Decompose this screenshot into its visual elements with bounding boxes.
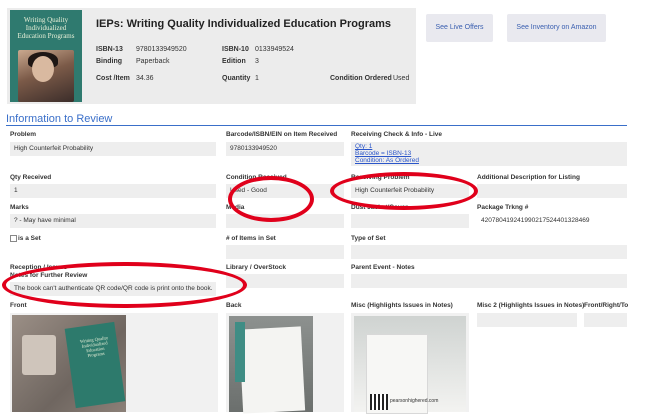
front-right-top-field[interactable] — [584, 313, 627, 327]
additional-description-field[interactable] — [477, 184, 627, 198]
check-condition-link[interactable]: Condition: As Ordered — [355, 157, 419, 165]
cost-value: 34.36 — [136, 75, 154, 82]
receiving-check-label: Receiving Check & Info - Live — [351, 131, 443, 138]
type-of-set-label: Type of Set — [351, 235, 386, 242]
front-photo-book — [64, 321, 126, 409]
package-tracking-label: Package Trkng # — [477, 204, 529, 211]
section-title: Information to Review — [6, 113, 113, 125]
binding-label: Binding — [96, 58, 123, 65]
isbn13-label: ISBN-13 — [96, 46, 123, 53]
quantity-value: 1 — [255, 75, 259, 82]
misc-label: Misc (Highlights Issues in Notes) — [351, 302, 453, 309]
isbn10-value: 0133949524 — [255, 46, 294, 53]
binding-value: Paperback — [136, 58, 170, 65]
annotation-ring-condition — [228, 176, 314, 222]
front-photo[interactable]: Writing Quality Individualized Education… — [12, 315, 126, 412]
book-cover-image: Writing Quality Individualized Education… — [10, 10, 82, 102]
isbn10-label: ISBN-10 — [222, 46, 249, 53]
back-photo-book — [238, 326, 306, 414]
see-inventory-button[interactable]: See Inventory on Amazon — [507, 14, 606, 42]
qr-code-icon — [370, 394, 388, 410]
is-a-set-checkbox[interactable] — [10, 235, 17, 242]
misc-photo[interactable]: pearsonhighered.com — [354, 316, 466, 414]
back-label: Back — [226, 302, 242, 309]
edition-label: Edition — [222, 58, 246, 65]
back-photo-spine — [235, 322, 245, 382]
misc2-field[interactable] — [477, 313, 577, 327]
parent-event-label: Parent Event - Notes — [351, 264, 415, 271]
annotation-ring-further-review — [2, 262, 247, 308]
see-live-offers-button[interactable]: See Live Offers — [426, 14, 493, 42]
cover-title-text: Writing Quality Individualized Education… — [17, 16, 75, 40]
problem-field[interactable]: High Counterfeit Probability — [10, 142, 216, 156]
problem-label: Problem — [10, 131, 37, 138]
front-label: Front — [10, 302, 27, 309]
qty-received-field[interactable]: 1 — [10, 184, 216, 198]
package-tracking-value: 420780419241990217524401328469 — [481, 217, 590, 224]
section-divider — [6, 125, 627, 126]
parent-event-field[interactable] — [351, 274, 627, 288]
qty-received-label: Qty Received — [10, 174, 52, 181]
additional-description-label: Additional Description for Listing — [477, 174, 580, 181]
edition-value: 3 — [255, 58, 259, 65]
quantity-label: Quantity — [222, 75, 251, 82]
condition-ordered-label: Condition Ordered — [330, 75, 392, 82]
front-photo-hand — [22, 335, 56, 375]
misc2-label: Misc 2 (Highlights Issues in Notes) — [477, 302, 585, 309]
is-a-set-label: is a Set — [18, 235, 41, 242]
items-in-set-label: # of Items in Set — [226, 235, 276, 242]
marks-label: Marks — [10, 204, 29, 211]
misc-photo-caption: pearsonhighered.com — [390, 398, 439, 404]
annotation-ring-receiving-problem — [330, 172, 478, 210]
barcode-field[interactable]: 9780133949520 — [226, 142, 344, 156]
marks-field[interactable]: ? - May have minimal — [10, 214, 216, 228]
items-in-set-field[interactable] — [226, 245, 344, 259]
type-of-set-field[interactable] — [351, 245, 627, 259]
book-title: IEPs: Writing Quality Individualized Edu… — [96, 18, 392, 30]
isbn13-value: 9780133949520 — [136, 46, 187, 53]
back-photo[interactable] — [229, 316, 313, 414]
cost-label: Cost /Item — [96, 75, 130, 82]
front-right-top-label: Front/Right/To — [584, 302, 629, 309]
cover-face — [32, 56, 54, 82]
barcode-label: Barcode/ISBN/EIN on Item Received — [226, 131, 338, 138]
library-overstock-label: Library / OverStock — [226, 264, 286, 271]
dust-jacket-field[interactable] — [351, 214, 469, 228]
condition-ordered-value: Used — [393, 75, 410, 82]
